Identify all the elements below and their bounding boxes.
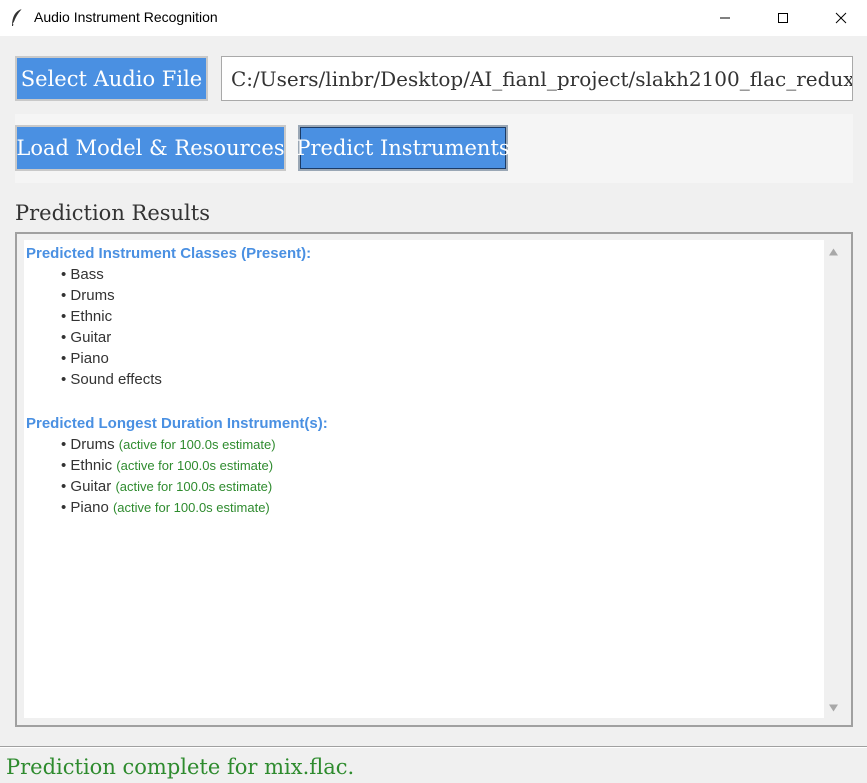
duration-note: (active for 100.0s estimate)	[116, 458, 274, 473]
scroll-down-arrow-icon[interactable]	[828, 702, 839, 713]
select-audio-file-button[interactable]: Select Audio File	[15, 56, 208, 101]
status-text: Prediction complete for mix.flac.	[6, 755, 355, 779]
title-bar: Audio Instrument Recognition	[0, 0, 867, 36]
instrument-name: • Drums	[61, 436, 115, 453]
predict-instruments-button[interactable]: Predict Instruments	[296, 125, 510, 171]
longest-item: • Guitar (active for 100.0s estimate)	[61, 478, 272, 495]
class-item: • Ethnic	[61, 308, 113, 325]
longest-heading: Predicted Longest Duration Instrument(s)…	[26, 415, 328, 432]
instrument-name: • Guitar	[61, 478, 112, 495]
duration-note: (active for 100.0s estimate)	[118, 437, 276, 452]
maximize-button[interactable]	[754, 0, 812, 36]
classes-heading: Predicted Instrument Classes (Present):	[26, 245, 312, 262]
class-item: • Guitar	[61, 329, 112, 346]
results-label: Prediction Results	[15, 201, 210, 225]
load-model-button[interactable]: Load Model & Resources	[15, 125, 286, 171]
close-button[interactable]	[812, 0, 867, 36]
duration-note: (active for 100.0s estimate)	[112, 500, 270, 515]
longest-item: • Piano (active for 100.0s estimate)	[61, 499, 270, 516]
feather-icon	[12, 8, 23, 26]
status-divider-highlight	[0, 747, 867, 748]
class-item: • Bass	[61, 266, 104, 283]
scroll-up-arrow-icon[interactable]	[828, 247, 839, 258]
longest-item: • Drums (active for 100.0s estimate)	[61, 436, 276, 453]
duration-note: (active for 100.0s estimate)	[115, 479, 273, 494]
results-scrollbar[interactable]	[824, 240, 843, 718]
instrument-name: • Ethnic	[61, 457, 113, 474]
file-path-field[interactable]	[221, 56, 853, 101]
instrument-name: • Piano	[61, 499, 109, 516]
class-item: • Piano	[61, 350, 109, 367]
minimize-icon	[720, 17, 730, 19]
class-item: • Sound effects	[61, 371, 162, 388]
minimize-button[interactable]	[696, 0, 754, 36]
results-textbox[interactable]: Predicted Instrument Classes (Present): …	[24, 240, 824, 718]
longest-item: • Ethnic (active for 100.0s estimate)	[61, 457, 273, 474]
class-item: • Drums	[61, 287, 115, 304]
maximize-icon	[778, 13, 788, 23]
window-title: Audio Instrument Recognition	[34, 9, 218, 25]
close-icon	[835, 12, 847, 24]
